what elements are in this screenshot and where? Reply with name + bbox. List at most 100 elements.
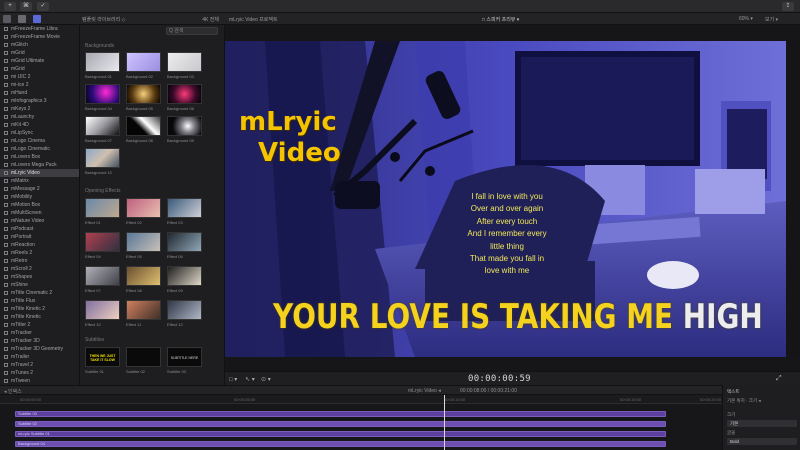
project-item[interactable]: mTunes 2 [0, 369, 79, 377]
project-item[interactable]: mLaunchy [0, 113, 79, 121]
search-input[interactable]: Q 검색 [166, 27, 218, 35]
project-item[interactable]: mReaction [0, 241, 79, 249]
backgrounds-tile[interactable]: Background 01 [85, 52, 120, 79]
timeline-clip[interactable]: Subtitle 02 [15, 421, 666, 427]
project-item[interactable]: mFreezeFrame Libra [0, 25, 79, 33]
select-tool[interactable]: ↖ ▾ [245, 376, 255, 383]
timeline-ruler[interactable]: 00:00:00:00 00:00:05:00 00:00:10:00 00:00:1… [0, 395, 722, 404]
project-item[interactable]: mReels 2 [0, 249, 79, 257]
subtitles-tile[interactable]: Subtitle 02 [126, 347, 161, 374]
playhead[interactable] [444, 395, 445, 450]
backgrounds-tile[interactable]: Background 06 [167, 84, 202, 111]
backgrounds-tile[interactable]: Background 07 [85, 116, 120, 143]
opening-tile[interactable]: Effect 04 [85, 232, 120, 259]
opening-tile[interactable]: Effect 07 [85, 266, 120, 293]
backgrounds-tile[interactable]: Background 03 [167, 52, 202, 79]
project-item[interactable]: mTracker [0, 329, 79, 337]
backgrounds-tile[interactable]: Background 08 [126, 116, 161, 143]
project-item[interactable]: mMobility [0, 193, 79, 201]
project-item[interactable]: mPodcast [0, 225, 79, 233]
project-item[interactable]: mMultiScreen [0, 209, 79, 217]
project-item[interactable]: mFreezeFrame Movie [0, 33, 79, 41]
project-item[interactable]: mNature Video [0, 217, 79, 225]
opening-tile[interactable]: Effect 06 [167, 232, 202, 259]
project-item[interactable]: mMotion Box [0, 201, 79, 209]
backgrounds-tile[interactable]: Background 02 [126, 52, 161, 79]
project-item[interactable]: mShine [0, 281, 79, 289]
project-item[interactable]: mGrid [0, 65, 79, 73]
subtitles-tile[interactable]: SUBTITLE HERE Subtitle 03 [167, 347, 202, 374]
preview-mode-selector[interactable]: □ 스피커 프리뷰 ▾ [482, 16, 519, 23]
project-item[interactable]: mInfographics 3 [0, 97, 79, 105]
timeline-clip[interactable]: Background 04 [15, 441, 666, 447]
zoom-selector[interactable]: 60% ▾ [739, 16, 753, 22]
view-menu[interactable]: 보기 ▾ [765, 16, 778, 23]
opening-tile[interactable]: Effect 08 [126, 266, 161, 293]
opening-tile[interactable]: Effect 12 [167, 300, 202, 327]
library-title[interactable]: 템플릿 라이브러리 ◇ [82, 16, 125, 23]
project-item[interactable]: mLogo Cinematic [0, 145, 79, 153]
project-item[interactable]: mGlitch [0, 41, 79, 49]
project-item[interactable]: mTitler 2 [0, 321, 79, 329]
inspector-subtitle[interactable]: 기본 위치 · 크기 ◂ [727, 398, 761, 404]
project-item[interactable]: mPortrait [0, 233, 79, 241]
project-item[interactable]: mTween [0, 377, 79, 385]
backgrounds-tile[interactable]: Background 09 [167, 116, 202, 143]
project-item[interactable]: mTitle Flux [0, 297, 79, 305]
project-item[interactable]: mTitle Kinetic [0, 313, 79, 321]
project-item[interactable]: mGrid [0, 49, 79, 57]
backgrounds-tile[interactable]: Background 04 [85, 84, 120, 111]
project-item[interactable]: mGrid Ultimate [0, 57, 79, 65]
project-item[interactable]: mLipSync [0, 129, 79, 137]
timeline-tracks[interactable]: Subtitle 03 Subtitle 02 mLryic Subtitle 01… [0, 404, 722, 450]
titles-icon[interactable] [33, 15, 41, 23]
inspector-field-b[interactable]: Bold [727, 438, 797, 445]
opening-tile[interactable]: Effect 02 [126, 198, 161, 225]
project-item[interactable]: mLovers Mega Pack [0, 161, 79, 169]
project-item[interactable]: mHand [0, 89, 79, 97]
project-item[interactable]: mi-ice 2 [0, 81, 79, 89]
opening-tile[interactable]: Effect 10 [85, 300, 120, 327]
opening-tile[interactable]: Effect 11 [126, 300, 161, 327]
project-item[interactable]: mTracker 3D Geometry [0, 345, 79, 353]
project-item[interactable]: mLovers Box [0, 153, 79, 161]
timeline-clip[interactable]: mLryic Subtitle 01 [15, 431, 666, 437]
project-item[interactable]: mRetro [0, 257, 79, 265]
resolution-filter[interactable]: 4K 전체 [202, 16, 219, 23]
backgrounds-tile[interactable]: Background 05 [126, 84, 161, 111]
transform-tool[interactable]: □ ▾ [229, 376, 237, 383]
photos-icon[interactable] [18, 15, 26, 23]
opening-tile[interactable]: Effect 03 [167, 198, 202, 225]
key-icon[interactable]: ⌘ [20, 2, 32, 11]
inspector-field-a[interactable]: 기본 [727, 420, 797, 427]
opening-tile[interactable]: Effect 01 [85, 198, 120, 225]
project-item[interactable]: mTracker 3D [0, 337, 79, 345]
index-button[interactable]: ◂ 인덱스 [4, 388, 22, 395]
project-item[interactable]: mTitle Kinetic 2 [0, 305, 79, 313]
timecode-display[interactable]: 00:00:00:59 [468, 374, 531, 384]
project-item[interactable]: mTitle Cinematic 2 [0, 289, 79, 297]
timeline-clip[interactable]: Subtitle 03 [15, 411, 666, 417]
backgrounds-tile[interactable]: Background 10 [85, 148, 120, 175]
subtitles-tile[interactable]: THEN WE JUST TAKE IT SLOW Subtitle 01 [85, 347, 120, 374]
project-item[interactable]: mShapes [0, 273, 79, 281]
share-icon[interactable]: ⇪ [782, 2, 794, 11]
library-icon[interactable] [3, 15, 11, 23]
fullscreen-icon[interactable]: ⤢ [776, 375, 782, 383]
project-item[interactable]: mMessage 2 [0, 185, 79, 193]
project-item[interactable]: mScroll 2 [0, 265, 79, 273]
project-item[interactable]: mLryic Video [0, 169, 79, 177]
opening-tile[interactable]: Effect 05 [126, 232, 161, 259]
project-item[interactable]: mTrailer [0, 353, 79, 361]
project-item[interactable]: mKeys 2 [0, 105, 79, 113]
project-item[interactable]: mTravel 2 [0, 361, 79, 369]
opening-tile[interactable]: Effect 09 [167, 266, 202, 293]
video-frame[interactable]: mLryic Video I fall in love with you Over… [225, 41, 786, 357]
project-item[interactable]: mi UIC 2 [0, 73, 79, 81]
check-icon[interactable]: ✓ [37, 2, 49, 11]
project-item[interactable]: mLogo Cinema [0, 137, 79, 145]
project-item[interactable]: mMatrix [0, 177, 79, 185]
speed-tool[interactable]: ⊙ ▾ [261, 376, 271, 383]
project-item[interactable]: mKit 4D [0, 121, 79, 129]
plus-icon[interactable]: + [4, 2, 16, 11]
